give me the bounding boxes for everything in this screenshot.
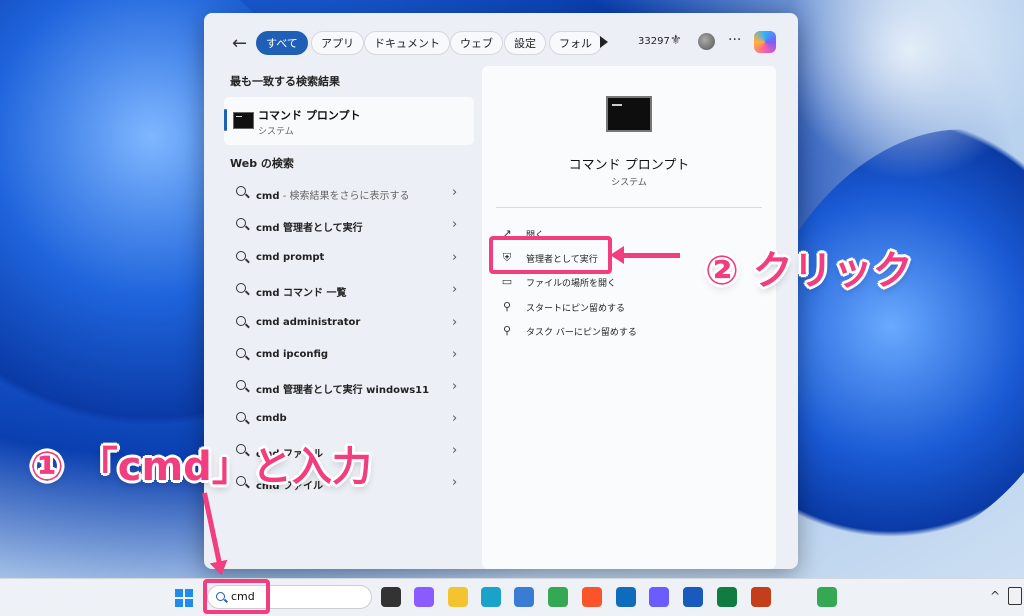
best-match-item[interactable]: コマンド プロンプト システム	[224, 97, 474, 145]
web-result-item[interactable]: cmdb ›	[224, 406, 474, 434]
filter-chip-settings[interactable]: 設定	[504, 31, 546, 55]
web-result-item[interactable]: cmd administrator ›	[224, 310, 474, 338]
detail-app-type: システム	[611, 178, 647, 188]
highlight-run-as-admin	[489, 236, 612, 274]
brave-icon[interactable]	[582, 587, 602, 607]
copilot-app-icon[interactable]	[649, 587, 669, 607]
command-prompt-icon	[233, 112, 254, 129]
chevron-right-icon: ›	[452, 379, 458, 394]
tray-overflow-icon[interactable]: ^	[990, 589, 1000, 603]
avatar[interactable]	[698, 33, 715, 50]
web-result-item[interactable]: cmd 管理者として実行 ›	[224, 212, 474, 240]
folder-icon: ▭	[501, 275, 513, 288]
wallpaper-glow	[780, 0, 1024, 180]
result-query: cmd 管理者として実行 windows11	[256, 385, 430, 396]
chevron-right-icon: ›	[452, 185, 458, 200]
filter-chip-folders[interactable]: フォル	[549, 31, 602, 55]
filter-chip-documents[interactable]: ドキュメント	[364, 31, 450, 55]
chevron-right-icon: ›	[452, 411, 458, 426]
chevron-right-icon: ›	[452, 217, 458, 232]
search-icon	[236, 218, 246, 228]
rewards-medal-icon[interactable]: ⚜	[670, 33, 682, 48]
detail-app-name: コマンド プロンプト	[568, 158, 690, 173]
result-query: cmd	[256, 191, 280, 202]
web-result-item[interactable]: cmd prompt ›	[224, 245, 474, 273]
chevron-right-icon: ›	[452, 315, 458, 330]
filter-chip-all[interactable]: すべて	[256, 31, 308, 55]
detail-pane: コマンド プロンプト システム ↗ 開く ⛨ 管理者として実行 ▭ ファイルの場所を開…	[482, 66, 776, 569]
result-query: cmdb	[256, 413, 287, 424]
web-result-item[interactable]: cmd - 検索結果をさらに表示する ›	[224, 180, 474, 208]
best-match-name: コマンド プロンプト	[258, 109, 361, 122]
selection-accent	[224, 109, 227, 131]
best-match-heading: 最も一致する検索結果	[230, 75, 340, 88]
chevron-right-icon: ›	[452, 475, 458, 490]
task-view-icon[interactable]	[381, 587, 401, 607]
search-icon	[236, 283, 246, 293]
search-icon	[236, 412, 246, 422]
copilot-icon[interactable]	[754, 31, 776, 53]
highlight-search-box	[203, 579, 270, 614]
annotation-step1: ① 「cmd」と入力	[30, 444, 372, 490]
pin-icon: ⚲	[502, 300, 512, 313]
web-result-item[interactable]: cmd ipconfig ›	[224, 342, 474, 370]
chrome-icon[interactable]	[548, 587, 568, 607]
filter-bar: ← すべて アプリ ドキュメント ウェブ 設定 フォル 33297 ⚜ ···	[204, 13, 798, 71]
action-label: タスク バーにピン留めする	[526, 328, 637, 338]
search-icon	[236, 251, 246, 261]
taskbar: cmd ^	[0, 578, 1024, 616]
chevron-right-icon: ›	[452, 282, 458, 297]
web-result-item[interactable]: cmd コマンド 一覧 ›	[224, 277, 474, 305]
annotation-arrow	[610, 246, 680, 264]
phone-link-icon[interactable]	[1008, 587, 1022, 605]
word-icon[interactable]	[683, 587, 703, 607]
action-label: スタートにピン留めする	[526, 304, 626, 314]
divider	[496, 207, 762, 208]
search-icon	[236, 316, 246, 326]
result-query: cmd administrator	[256, 317, 361, 328]
rewards-points[interactable]: 33297	[638, 36, 670, 47]
powerpoint-icon[interactable]	[751, 587, 771, 607]
store-icon[interactable]	[514, 587, 534, 607]
annotation-step2: ② クリック	[705, 248, 913, 294]
result-query: cmd ipconfig	[256, 349, 329, 360]
search-icon	[236, 348, 246, 358]
windows-start-icon[interactable]	[175, 589, 193, 607]
web-search-heading: Web の検索	[230, 157, 294, 170]
best-match-type: システム	[258, 127, 294, 137]
result-hint: - 検索結果をさらに表示する	[279, 191, 410, 202]
action-label: ファイルの場所を開く	[526, 279, 617, 289]
back-arrow-icon[interactable]: ←	[232, 33, 247, 54]
chevron-right-icon: ›	[452, 347, 458, 362]
more-options-icon[interactable]: ···	[728, 32, 741, 48]
result-query: cmd コマンド 一覧	[256, 288, 347, 299]
chevron-right-icon: ›	[452, 443, 458, 458]
outlook-icon[interactable]	[616, 587, 636, 607]
command-prompt-icon	[606, 96, 652, 132]
web-result-item[interactable]: cmd 管理者として実行 windows11 ›	[224, 374, 474, 402]
copilot-icon[interactable]	[414, 587, 434, 607]
file-explorer-icon[interactable]	[448, 587, 468, 607]
filter-chip-web[interactable]: ウェブ	[450, 31, 503, 55]
pin-icon: ⚲	[502, 324, 512, 337]
result-query: cmd prompt	[256, 252, 325, 263]
more-filters-arrow-icon[interactable]	[600, 36, 608, 48]
edge-icon[interactable]	[481, 587, 501, 607]
chevron-right-icon: ›	[452, 250, 458, 265]
chrome-profile-icon[interactable]	[817, 587, 837, 607]
excel-icon[interactable]	[717, 587, 737, 607]
filter-chip-apps[interactable]: アプリ	[311, 31, 364, 55]
result-query: cmd 管理者として実行	[256, 223, 363, 234]
search-icon	[236, 380, 246, 390]
search-icon	[236, 186, 246, 196]
